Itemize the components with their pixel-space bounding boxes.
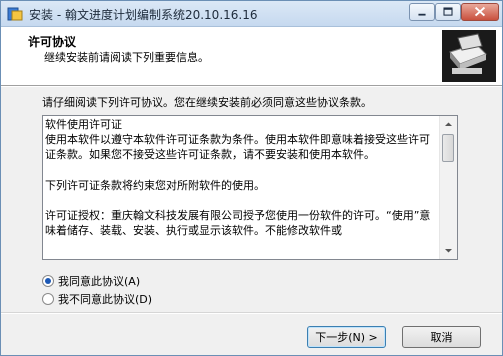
maximize-icon (443, 7, 453, 16)
minimize-icon (418, 13, 426, 16)
license-prompt: 请仔细阅读下列许可协议。您在继续安装前必须同意这些协议条款。 (42, 96, 372, 109)
scroll-thumb[interactable] (442, 134, 454, 162)
accept-option[interactable]: 我同意此协议(A) (42, 273, 140, 289)
cancel-button[interactable]: 取消 (402, 326, 481, 348)
maximize-button[interactable] (435, 3, 461, 21)
scroll-down-icon[interactable] (440, 242, 457, 259)
accept-label: 我同意此协议(A) (58, 275, 141, 288)
close-button[interactable] (461, 3, 499, 21)
decline-option[interactable]: 我不同意此协议(D) (42, 291, 152, 307)
page-title: 许可协议 (28, 35, 77, 49)
license-textbox[interactable]: 软件使用许可证 使用本软件以遵守本软件许可证条款为条件。使用本软件即意味着接受这… (42, 115, 458, 260)
minimize-button[interactable] (409, 3, 435, 21)
decline-radio[interactable] (42, 293, 54, 305)
title-bar[interactable]: 安装 - 翰文进度计划编制系统20.10.16.16 (1, 1, 502, 27)
installer-computer-logo (442, 30, 496, 82)
license-scrollbar[interactable] (439, 116, 457, 259)
scroll-up-icon[interactable] (440, 116, 457, 133)
window-title: 安装 - 翰文进度计划编制系统20.10.16.16 (29, 8, 258, 22)
page-subtitle: 继续安装前请阅读下列重要信息。 (44, 51, 209, 64)
installer-icon (7, 7, 23, 21)
next-button[interactable]: 下一步(N) > (307, 326, 386, 348)
license-text: 软件使用许可证 使用本软件以遵守本软件许可证条款为条件。使用本软件即意味着接受这… (45, 118, 431, 238)
accept-radio[interactable] (42, 275, 54, 287)
decline-label: 我不同意此协议(D) (58, 293, 153, 306)
footer-separator-highlight (1, 313, 502, 314)
header-separator (1, 86, 502, 87)
wizard-header: 许可协议 继续安装前请阅读下列重要信息。 (1, 27, 502, 86)
installer-window: 安装 - 翰文进度计划编制系统20.10.16.16 许可协议 继续安装前请阅读… (0, 0, 503, 356)
close-icon (474, 6, 486, 17)
